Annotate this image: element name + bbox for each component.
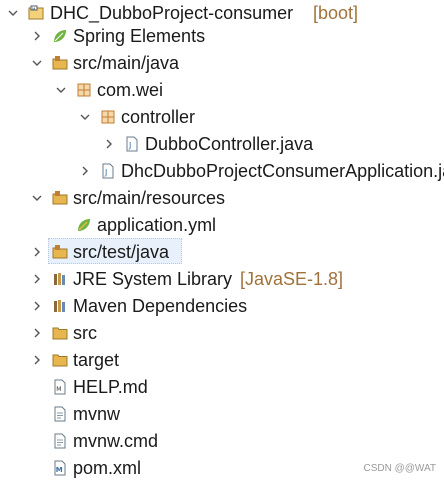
tree-item-label: application.yml: [97, 215, 217, 235]
tree-item-label: src/test/java: [73, 242, 170, 262]
tree-item-label: JRE System Library: [73, 269, 233, 289]
svg-text:M: M: [56, 386, 61, 393]
tree-item-consumer-application[interactable]: J DhcDubboProjectConsumerApplication.jav…: [0, 158, 444, 184]
tree-item-package-controller[interactable]: controller: [0, 104, 444, 130]
source-folder-icon: [52, 244, 68, 260]
chevron-down-icon[interactable]: [54, 83, 68, 97]
tree-item-label: src/main/resources: [73, 188, 226, 208]
package-icon: [100, 109, 116, 125]
tree-item-label: target: [73, 350, 120, 370]
chevron-right-icon[interactable]: [30, 272, 44, 286]
project-name: DHC_DubboProject-consumer: [50, 3, 294, 23]
folder-icon: [52, 325, 68, 341]
tree-item-src-test-java[interactable]: src/test/java: [0, 239, 444, 265]
tree-item-label: pom.xml: [73, 458, 142, 478]
watermark: CSDN @@WAT: [363, 463, 436, 474]
text-file-icon: M: [52, 379, 68, 395]
chevron-down-icon[interactable]: [78, 110, 92, 124]
project-decoration: [boot]: [313, 3, 359, 23]
tree-item-label: mvnw.cmd: [73, 431, 159, 451]
tree-item-label: Spring Elements: [73, 26, 206, 46]
tree-item-label: src: [73, 323, 97, 343]
yml-file-icon: [76, 217, 92, 233]
svg-text:J: J: [128, 141, 131, 150]
tree-item-maven-dependencies[interactable]: Maven Dependencies: [0, 293, 444, 319]
chevron-down-icon[interactable]: [6, 6, 20, 20]
source-folder-icon: [52, 55, 68, 71]
tree-item-label: src/main/java: [73, 53, 180, 73]
tree-item-application-yml[interactable]: application.yml: [0, 212, 444, 238]
tree-item-target[interactable]: target: [0, 347, 444, 373]
package-icon: [76, 82, 92, 98]
tree-item-label: HELP.md: [73, 377, 148, 397]
tree-item-jre-library[interactable]: JRE System Library [JavaSE-1.8]: [0, 266, 444, 292]
source-folder-icon: [52, 190, 68, 206]
tree-item-src-main-resources[interactable]: src/main/resources: [0, 185, 444, 211]
text-file-icon: [52, 406, 68, 422]
tree-item-spring-elements[interactable]: Spring Elements: [0, 23, 444, 49]
chevron-right-icon[interactable]: [102, 137, 116, 151]
tree-item-label: controller: [121, 107, 196, 127]
tree-item-mvnw-cmd[interactable]: mvnw.cmd: [0, 428, 444, 454]
tree-item-help-md[interactable]: M HELP.md: [0, 374, 444, 400]
tree-item-label: mvnw: [73, 404, 121, 424]
library-icon: [52, 298, 68, 314]
chevron-right-icon[interactable]: [30, 353, 44, 367]
spring-leaf-icon: [52, 28, 68, 44]
tree-item-label: DhcDubboProjectConsumerApplication.java: [121, 161, 444, 181]
java-file-icon: J: [100, 163, 116, 179]
tree-item-decoration: [JavaSE-1.8]: [240, 269, 344, 289]
tree-item-label: Maven Dependencies: [73, 296, 248, 316]
chevron-right-icon[interactable]: [78, 164, 92, 178]
tree-item-src-main-java[interactable]: src/main/java: [0, 50, 444, 76]
svg-text:J: J: [104, 168, 107, 177]
java-file-icon: J: [124, 136, 140, 152]
chevron-right-icon[interactable]: [30, 245, 44, 259]
tree-item-mvnw[interactable]: mvnw: [0, 401, 444, 427]
chevron-right-icon[interactable]: [30, 29, 44, 43]
svg-text:M: M: [32, 6, 35, 11]
text-file-icon: [52, 433, 68, 449]
chevron-down-icon[interactable]: [30, 191, 44, 205]
tree-item-src[interactable]: src: [0, 320, 444, 346]
tree-item-label: DubboController.java: [145, 134, 314, 154]
tree-item-package-com-wei[interactable]: com.wei: [0, 77, 444, 103]
chevron-right-icon[interactable]: [30, 299, 44, 313]
tree-item-dubbo-controller[interactable]: J DubboController.java: [0, 131, 444, 157]
chevron-down-icon[interactable]: [30, 56, 44, 70]
svg-text:M: M: [56, 466, 63, 474]
folder-icon: [52, 352, 68, 368]
xml-file-icon: M: [52, 460, 68, 476]
project-icon: M: [28, 5, 44, 21]
chevron-right-icon[interactable]: [30, 326, 44, 340]
tree-item-label: com.wei: [97, 80, 164, 100]
library-icon: [52, 271, 68, 287]
